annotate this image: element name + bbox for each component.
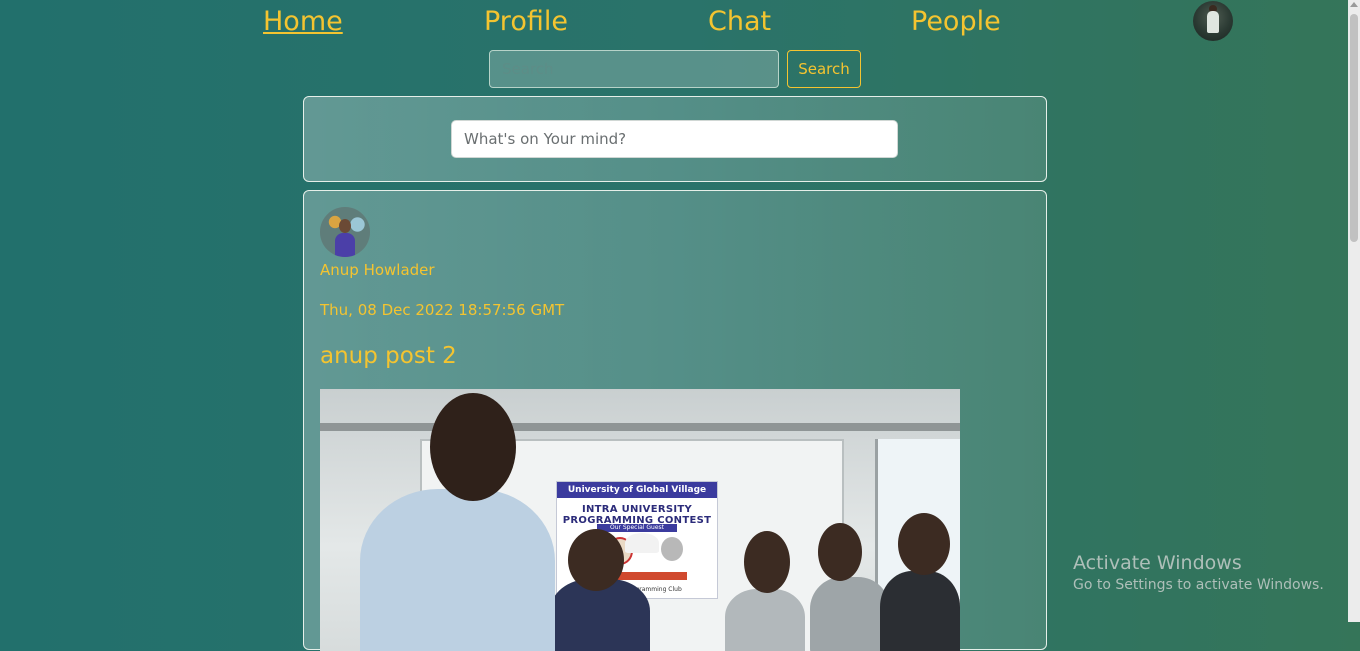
photo-person-head [818,523,862,581]
avatar-head-shape [339,219,351,233]
search-input[interactable] [489,50,779,88]
photo-person [725,589,805,651]
photo-person [880,571,960,651]
photo-person [810,577,890,651]
post-photo: University of Global Village INTRA UNIVE… [320,389,960,651]
photo-person-head [568,529,624,591]
banner-subtitle: Our Special Guest [597,524,677,532]
avatar-body-shape [335,233,355,257]
banner-title: INTRA UNIVERSITY PROGRAMMING CONTEST [562,504,712,526]
post-title: anup post 2 [320,343,457,369]
photo-person-head [430,393,516,501]
banner-header: University of Global Village [557,482,717,498]
composer-card [303,96,1047,182]
avatar-figure-shape [1207,11,1219,33]
nav-people-link[interactable]: People [911,4,1001,40]
nav-home-link[interactable]: Home [263,4,343,40]
photo-person-cap [625,533,659,553]
post-author-avatar[interactable] [320,207,370,257]
scrollbar-thumb[interactable] [1350,14,1358,242]
photo-person-foreground [360,489,555,651]
activate-windows-subtitle: Go to Settings to activate Windows. [1073,577,1324,593]
whats-on-your-mind-input[interactable] [451,120,898,158]
photo-ceiling-rail [320,423,960,431]
nav-profile-link[interactable]: Profile [484,4,568,40]
post-timestamp: Thu, 08 Dec 2022 18:57:56 GMT [320,301,565,319]
search-button[interactable]: Search [787,50,861,88]
scroll-up-arrow-icon[interactable] [1350,2,1358,7]
photo-person-head [898,513,950,575]
page-scrollbar[interactable] [1348,0,1360,622]
photo-person-head [744,531,790,593]
nav-chat-link[interactable]: Chat [708,4,771,40]
activate-windows-title: Activate Windows [1073,552,1242,574]
post-card: Anup Howlader Thu, 08 Dec 2022 18:57:56 … [303,190,1047,651]
user-avatar[interactable] [1193,1,1233,41]
banner-guest-photo [661,537,683,561]
post-author-name[interactable]: Anup Howlader [320,261,435,279]
